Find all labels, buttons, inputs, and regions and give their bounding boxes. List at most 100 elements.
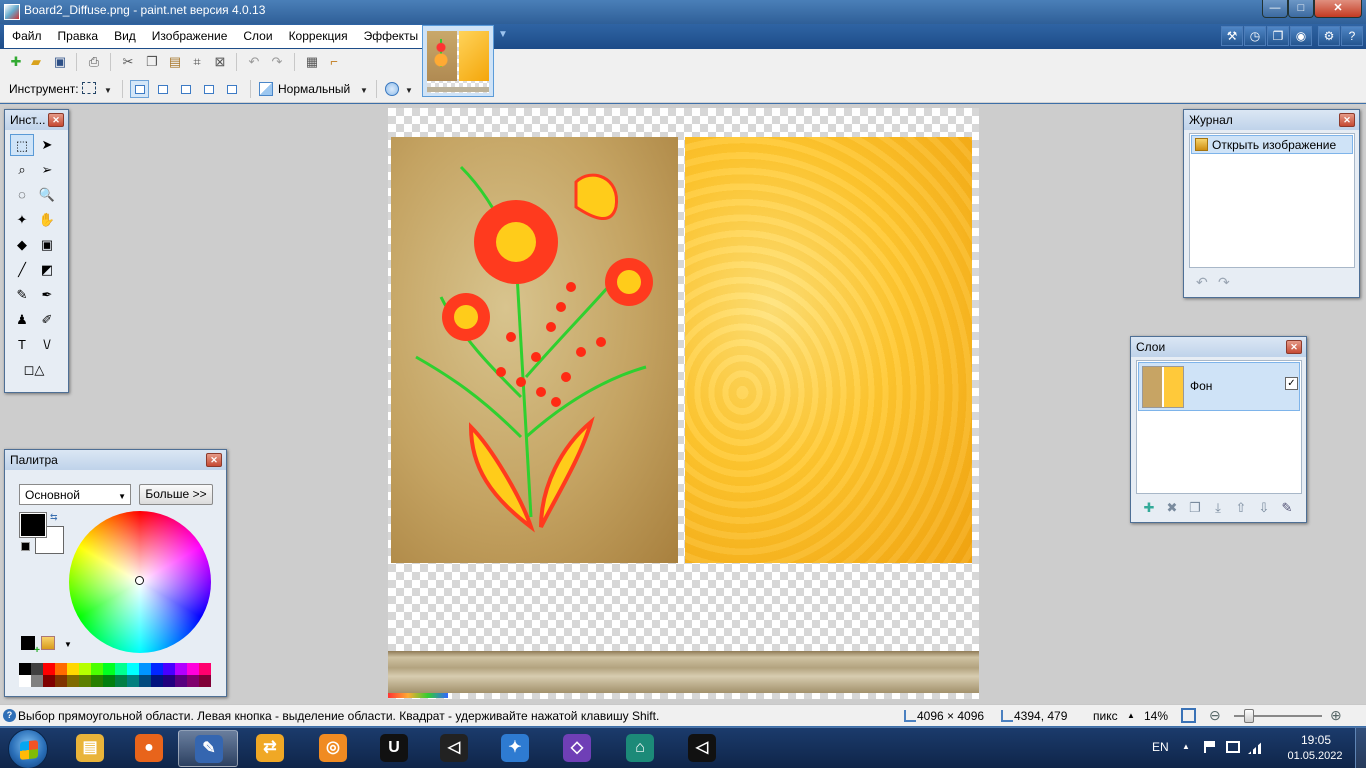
minimize-button[interactable]: —: [1262, 0, 1288, 18]
history-undo-icon[interactable]: ↶: [1196, 274, 1208, 291]
taskbar-firefox-button[interactable]: ●: [119, 730, 179, 767]
zoom-level[interactable]: 14%: [1144, 709, 1168, 723]
taskbar-visual-studio-button[interactable]: ◇: [547, 730, 607, 767]
action-center-flag-icon[interactable]: [1204, 741, 1216, 753]
current-tool-icon[interactable]: [82, 82, 96, 94]
line-curve-tool-icon[interactable]: \/: [35, 334, 59, 356]
color-swatch[interactable]: [79, 663, 91, 675]
network-signal-icon[interactable]: [1248, 740, 1264, 754]
print-icon[interactable]: ⎙: [84, 52, 104, 72]
new-image-icon[interactable]: ✚: [6, 52, 26, 72]
menu-edit[interactable]: Правка: [50, 25, 107, 48]
color-swatch[interactable]: [43, 675, 55, 687]
taskbar-home-app-button[interactable]: ⌂: [610, 730, 670, 767]
taskbar-paint-net-button[interactable]: ✎: [178, 730, 238, 767]
palette-menu-icon[interactable]: [41, 636, 55, 650]
color-swatch[interactable]: [43, 663, 55, 675]
color-swatch[interactable]: [79, 675, 91, 687]
reset-colors-icon[interactable]: [21, 542, 30, 551]
power-icon[interactable]: [1226, 741, 1240, 753]
color-swatch[interactable]: [175, 675, 187, 687]
close-button[interactable]: ✕: [1314, 0, 1362, 18]
open-file-icon[interactable]: ▰: [26, 52, 46, 72]
selection-mode-exclude[interactable]: [176, 80, 195, 98]
language-indicator[interactable]: EN: [1152, 740, 1169, 754]
color-swatch[interactable]: [55, 675, 67, 687]
crop-icon[interactable]: ⌗: [187, 52, 207, 72]
zoom-to-window-icon[interactable]: [1181, 708, 1196, 723]
units-select[interactable]: пикс: [1093, 709, 1118, 723]
copy-icon[interactable]: ❐: [142, 52, 162, 72]
gradient-tool-icon[interactable]: ▣: [35, 234, 59, 256]
color-swatch[interactable]: [151, 675, 163, 687]
magic-wand-tool-icon[interactable]: ✦: [10, 209, 34, 231]
clock-time[interactable]: 19:05: [1296, 733, 1336, 747]
maximize-button[interactable]: □: [1288, 0, 1314, 18]
selection-mode-xor[interactable]: [222, 80, 241, 98]
paste-icon[interactable]: ▤: [165, 52, 185, 72]
paint-bucket-tool-icon[interactable]: ◆: [10, 234, 34, 256]
layers-toggle-icon[interactable]: ❐: [1267, 26, 1289, 46]
zoom-tool-icon[interactable]: 🔍: [35, 184, 59, 206]
color-wheel-marker[interactable]: [135, 576, 144, 585]
grid-icon[interactable]: ▦: [302, 52, 322, 72]
text-tool-icon[interactable]: T: [10, 334, 34, 356]
start-button[interactable]: [8, 729, 48, 768]
color-swatch[interactable]: [19, 675, 31, 687]
help-icon[interactable]: ?: [1341, 26, 1363, 46]
palette-window-title[interactable]: Палитра: [5, 450, 226, 470]
lasso-select-tool-icon[interactable]: ⌕: [10, 159, 34, 181]
pencil-tool-icon[interactable]: ✎: [10, 284, 34, 306]
color-swatch[interactable]: [31, 663, 43, 675]
color-swatch[interactable]: [91, 663, 103, 675]
tools-window-close-icon[interactable]: ✕: [48, 113, 64, 127]
color-swatch[interactable]: [199, 675, 211, 687]
history-window-close-icon[interactable]: ✕: [1339, 113, 1355, 127]
color-swatch[interactable]: [115, 663, 127, 675]
clone-stamp-tool-icon[interactable]: ♟: [10, 309, 34, 331]
palette-window-close-icon[interactable]: ✕: [206, 453, 222, 467]
app-icon[interactable]: [4, 4, 20, 20]
pan-tool-icon[interactable]: ✋: [35, 209, 59, 231]
show-desktop-button[interactable]: [1355, 728, 1366, 768]
layer-item[interactable]: Фон ✓: [1138, 362, 1300, 411]
selection-mode-union[interactable]: [153, 80, 172, 98]
color-swatch[interactable]: [139, 675, 151, 687]
color-swatch[interactable]: [163, 663, 175, 675]
tray-expand-icon[interactable]: ▲: [1182, 742, 1190, 751]
image-tab-thumbnail[interactable]: [422, 25, 494, 97]
clock-date[interactable]: 01.05.2022: [1280, 750, 1350, 762]
move-layer-down-icon[interactable]: ⇩: [1255, 500, 1273, 516]
paintbrush-tool-icon[interactable]: ╱: [10, 259, 34, 281]
menu-layers[interactable]: Слои: [235, 25, 280, 48]
color-swatch[interactable]: [127, 675, 139, 687]
color-swatch[interactable]: [187, 675, 199, 687]
blend-mode-select[interactable]: Нормальный: [278, 82, 350, 96]
menu-adjustments[interactable]: Коррекция: [281, 25, 356, 48]
deselect-icon[interactable]: ⊠: [210, 52, 230, 72]
color-swatch[interactable]: [127, 663, 139, 675]
rectangle-select-tool-icon[interactable]: ⬚: [10, 134, 34, 156]
color-swatch[interactable]: [187, 663, 199, 675]
taskbar-unity-button[interactable]: ◁: [424, 730, 484, 767]
color-picker-tool-icon[interactable]: ✒: [35, 284, 59, 306]
history-redo-icon[interactable]: ↷: [1218, 274, 1230, 291]
swap-colors-icon[interactable]: ⇆: [50, 512, 58, 523]
taskbar-app-icon-button[interactable]: ✦: [485, 730, 545, 767]
undo-icon[interactable]: ↶: [244, 52, 264, 72]
move-selected-tool-icon[interactable]: ➤: [35, 134, 59, 156]
add-color-icon[interactable]: [21, 636, 40, 656]
taskbar-unreal-engine-button[interactable]: U: [364, 730, 424, 767]
eraser-tool-icon[interactable]: ◩: [35, 259, 59, 281]
recolor-tool-icon[interactable]: ✐: [35, 309, 59, 331]
color-swatch[interactable]: [67, 663, 79, 675]
rulers-icon[interactable]: ⌐: [324, 52, 344, 72]
selection-mode-intersect[interactable]: [199, 80, 218, 98]
image-list-dropdown-icon[interactable]: ▼: [498, 29, 508, 40]
taskbar-unity-hub-button[interactable]: ◁: [672, 730, 732, 767]
settings-gear-icon[interactable]: ⚙: [1318, 26, 1340, 46]
menu-file[interactable]: Файл: [4, 25, 50, 48]
more-button[interactable]: Больше >>: [139, 484, 213, 505]
layer-properties-icon[interactable]: ✎: [1278, 500, 1296, 516]
zoom-slider-thumb[interactable]: [1244, 709, 1254, 723]
